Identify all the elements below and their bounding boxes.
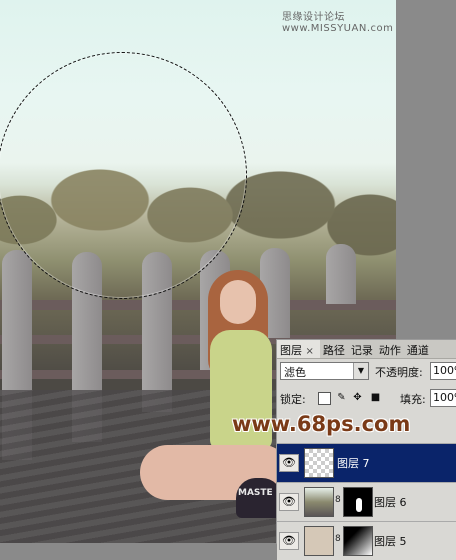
opacity-label: 不透明度: bbox=[375, 366, 423, 379]
fill-input[interactable]: 100% bbox=[430, 389, 456, 407]
watermark-main: www.68ps.com bbox=[232, 412, 411, 436]
cap-text: MASTE bbox=[238, 488, 273, 498]
canvas-background bbox=[396, 0, 456, 339]
layer-thumbnail bbox=[304, 526, 334, 556]
layer-list: 👁 图层 7 👁 8 图层 6 👁 8 图层 5 bbox=[277, 443, 456, 560]
layer-row-5[interactable]: 👁 8 图层 5 bbox=[277, 521, 456, 560]
link-icon: 8 bbox=[335, 495, 341, 505]
layer-thumbnail bbox=[304, 448, 334, 478]
layer-mask-thumbnail[interactable] bbox=[343, 487, 373, 517]
move-icon[interactable]: ✥ bbox=[352, 392, 363, 403]
tab-label: 通道 bbox=[406, 344, 429, 357]
layers-panel: 图层 × 路径 记录 动作 通道 滤色 ▼ 不透明度: 100% 锁定: ✎ ✥… bbox=[276, 339, 456, 560]
layer-row-6[interactable]: 👁 8 图层 6 bbox=[277, 482, 456, 521]
close-icon[interactable]: × bbox=[306, 346, 317, 357]
blend-row: 滤色 ▼ 不透明度: 100% bbox=[280, 362, 456, 382]
tab-label: 记录 bbox=[350, 344, 373, 357]
tab-layers[interactable]: 图层 × bbox=[277, 340, 320, 358]
tab-history[interactable]: 记录 bbox=[348, 340, 376, 358]
chevron-down-icon[interactable]: ▼ bbox=[353, 363, 368, 379]
tab-channels[interactable]: 通道 bbox=[404, 340, 432, 358]
tab-actions[interactable]: 动作 bbox=[376, 340, 404, 358]
layer-mask-thumbnail[interactable] bbox=[343, 526, 373, 556]
eye-icon[interactable]: 👁 bbox=[279, 493, 299, 511]
opacity-input[interactable]: 100% bbox=[430, 362, 456, 380]
panel-tabs: 图层 × 路径 记录 动作 通道 bbox=[277, 340, 456, 359]
lock-label: 锁定: bbox=[280, 393, 306, 406]
fill-label: 填充: bbox=[400, 393, 426, 406]
layer-thumbnail bbox=[304, 487, 334, 517]
layer-name: 图层 7 bbox=[337, 457, 370, 470]
lock-icon[interactable]: ■ bbox=[370, 392, 381, 403]
girl-face bbox=[220, 280, 256, 324]
tab-label: 图层 bbox=[280, 344, 302, 357]
watermark-top: 思缘设计论坛 www.MISSYUAN.com bbox=[282, 12, 394, 34]
layer-name: 图层 5 bbox=[374, 535, 407, 548]
tab-paths[interactable]: 路径 bbox=[320, 340, 348, 358]
brush-icon[interactable]: ✎ bbox=[336, 392, 347, 403]
blend-mode-value: 滤色 bbox=[284, 366, 306, 379]
lock-row: 锁定: ✎ ✥ ■ 填充: 100% bbox=[280, 388, 456, 408]
lock-transparency-icon[interactable] bbox=[318, 392, 331, 405]
railing-post bbox=[326, 244, 356, 304]
marquee-selection[interactable] bbox=[0, 52, 247, 299]
eye-icon[interactable]: 👁 bbox=[279, 454, 299, 472]
tab-label: 路径 bbox=[322, 344, 345, 357]
tab-label: 动作 bbox=[378, 344, 401, 357]
layer-row-7[interactable]: 👁 图层 7 bbox=[277, 443, 456, 482]
eye-icon[interactable]: 👁 bbox=[279, 532, 299, 550]
layer-name: 图层 6 bbox=[374, 496, 407, 509]
blend-mode-select[interactable]: 滤色 ▼ bbox=[280, 362, 369, 380]
